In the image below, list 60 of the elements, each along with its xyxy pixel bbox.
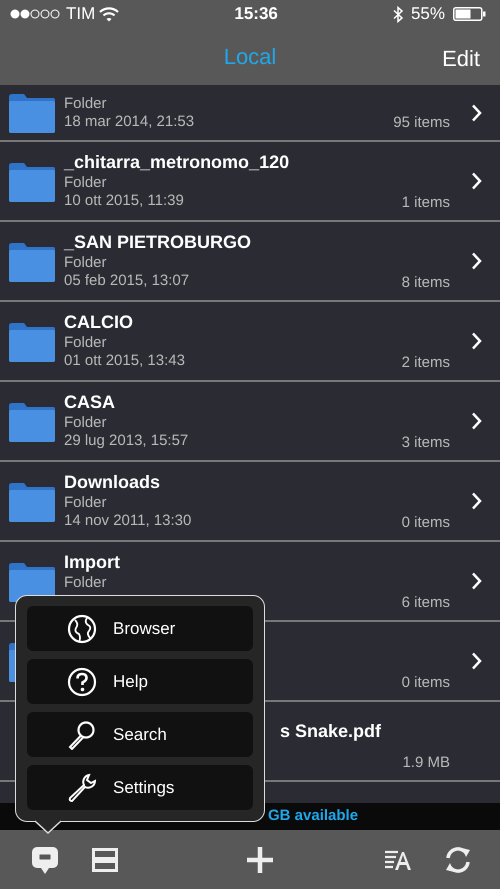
chevron-right-icon[interactable] bbox=[471, 652, 482, 670]
chevron-right-icon[interactable] bbox=[471, 332, 482, 350]
plus-icon[interactable] bbox=[246, 846, 274, 874]
globe-icon bbox=[67, 614, 97, 644]
file-name: s Snake.pdf bbox=[280, 721, 382, 743]
file-type: Folder bbox=[64, 174, 107, 192]
carrier-name: TIM bbox=[66, 3, 96, 26]
search-icon bbox=[67, 720, 97, 750]
file-name: Downloads bbox=[64, 472, 160, 494]
refresh-icon[interactable] bbox=[444, 846, 472, 874]
modified-date: 10 ott 2015, 11:39 bbox=[64, 192, 184, 210]
menu-item[interactable]: Search bbox=[27, 712, 253, 757]
modified-date: 05 feb 2015, 13:07 bbox=[64, 272, 190, 290]
item-count: 6 items bbox=[402, 592, 450, 612]
text-lines-letter-icon[interactable] bbox=[384, 848, 412, 870]
message-bubble-icon[interactable] bbox=[30, 844, 60, 874]
chevron-right-icon[interactable] bbox=[471, 492, 482, 510]
file-name: CASA bbox=[64, 392, 116, 414]
clock-time: 15:36 bbox=[233, 3, 279, 26]
item-count: 95 items bbox=[393, 112, 450, 132]
menu-item[interactable]: Help bbox=[27, 659, 253, 704]
modified-date: 18 mar 2014, 21:53 bbox=[64, 112, 194, 130]
wrench-icon bbox=[67, 772, 97, 802]
file-name: Import bbox=[64, 552, 120, 574]
wifi-icon bbox=[99, 6, 120, 22]
file-name: _chitarra_metronomo_120 bbox=[64, 152, 290, 174]
file-name: _SAN PIETROBURGO bbox=[64, 232, 252, 254]
item-count: 8 items bbox=[402, 272, 450, 292]
file-type: Folder bbox=[64, 254, 107, 272]
modified-date: 01 ott 2015, 13:43 bbox=[64, 352, 185, 370]
chevron-right-icon[interactable] bbox=[471, 572, 482, 590]
signal-dots-icon bbox=[10, 9, 62, 19]
file-type: Folder bbox=[64, 334, 107, 352]
file-type: Folder bbox=[64, 94, 107, 112]
item-count: 1 items bbox=[402, 192, 450, 212]
modified-date: 29 lug 2013, 15:57 bbox=[64, 432, 188, 450]
file-type: Folder bbox=[64, 414, 107, 432]
bluetooth-icon bbox=[392, 6, 403, 22]
chevron-right-icon[interactable] bbox=[471, 172, 482, 190]
chevron-right-icon[interactable] bbox=[471, 104, 482, 122]
menu-item[interactable]: Settings bbox=[27, 765, 253, 810]
help-icon bbox=[67, 666, 97, 696]
battery-percent: 55% bbox=[410, 3, 445, 26]
item-count: 2 items bbox=[402, 352, 450, 372]
file-name: CALCIO bbox=[64, 312, 133, 334]
menu-item[interactable]: Browser bbox=[27, 606, 253, 651]
item-count: 0 items bbox=[402, 672, 450, 692]
item-count: 1.9 MB bbox=[402, 752, 450, 772]
file-type: Folder bbox=[64, 574, 107, 592]
edit-button[interactable]: Edit bbox=[442, 42, 480, 75]
folder-icon bbox=[8, 91, 56, 134]
nav-title: Local bbox=[224, 43, 276, 71]
chevron-right-icon[interactable] bbox=[471, 412, 482, 430]
modified-date: 14 nov 2011, 13:30 bbox=[64, 512, 192, 530]
chevron-right-icon[interactable] bbox=[471, 252, 482, 270]
stacked-rows-icon[interactable] bbox=[92, 848, 118, 872]
file-type: Folder bbox=[64, 494, 107, 512]
item-count: 3 items bbox=[402, 432, 450, 452]
battery-icon bbox=[453, 7, 486, 21]
item-count: 0 items bbox=[402, 512, 450, 532]
